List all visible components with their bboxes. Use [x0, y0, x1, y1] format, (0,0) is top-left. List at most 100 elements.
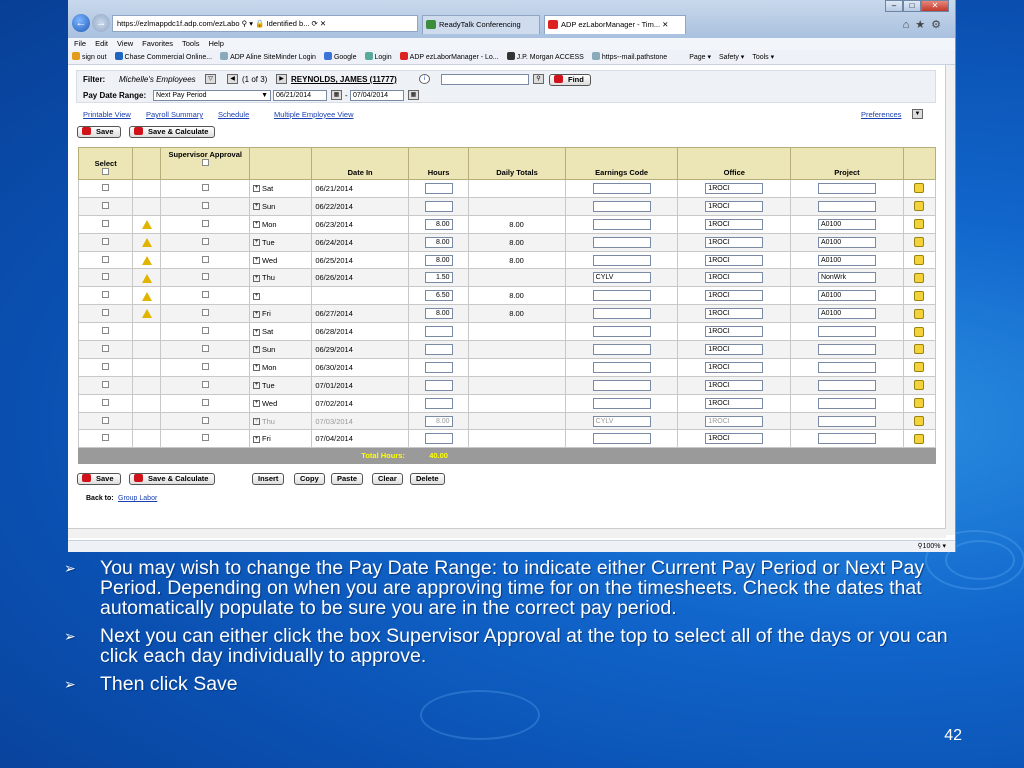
select-checkbox[interactable]	[102, 380, 110, 388]
menu-file[interactable]: File	[74, 38, 86, 50]
hours-input[interactable]	[424, 379, 453, 391]
edit-icon[interactable]	[914, 344, 925, 355]
menu-tools[interactable]: Tools	[182, 38, 200, 50]
supervisor-approval-all-checkbox[interactable]	[201, 159, 209, 166]
link-payroll-summary[interactable]: Payroll Summary	[146, 110, 203, 119]
next-employee-icon[interactable]: ▶	[276, 74, 287, 84]
forward-arrow-icon[interactable]: →	[92, 14, 110, 32]
select-checkbox[interactable]	[102, 362, 110, 370]
cmd-page[interactable]: Page ▾	[689, 50, 711, 64]
gear-icon[interactable]: ⚙	[931, 19, 947, 31]
office-input[interactable]: 1ROCI	[705, 236, 764, 248]
select-checkbox[interactable]	[102, 327, 110, 335]
chevron-down-icon[interactable]: ▼	[912, 109, 923, 119]
select-checkbox[interactable]	[102, 398, 110, 406]
supervisor-approval-checkbox[interactable]	[201, 291, 209, 299]
expand-icon[interactable]: +	[252, 400, 260, 408]
link-preferences[interactable]: Preferences	[861, 110, 901, 119]
earnings-code-input[interactable]	[592, 254, 651, 266]
calendar-icon[interactable]: ▦	[331, 90, 342, 100]
info-icon[interactable]: i	[419, 74, 430, 84]
supervisor-approval-checkbox[interactable]	[201, 344, 209, 352]
menu-view[interactable]: View	[117, 38, 133, 50]
paste-button[interactable]: Paste	[331, 473, 364, 485]
office-input[interactable]: 1ROCI	[705, 433, 764, 445]
supervisor-approval-checkbox[interactable]	[201, 416, 209, 424]
close-icon[interactable]: ✕	[921, 0, 949, 12]
edit-icon[interactable]	[914, 380, 925, 391]
supervisor-approval-checkbox[interactable]	[201, 398, 209, 406]
expand-icon[interactable]: +	[252, 382, 260, 390]
project-input[interactable]	[817, 379, 876, 391]
fav-login[interactable]: Login	[364, 50, 392, 64]
cmd-safety[interactable]: Safety ▾	[719, 50, 744, 64]
project-input[interactable]	[817, 326, 876, 338]
insert-button[interactable]: Insert	[252, 473, 285, 485]
hours-input[interactable]	[424, 397, 453, 409]
select-checkbox[interactable]	[102, 434, 110, 442]
edit-icon[interactable]	[914, 272, 925, 283]
edit-icon[interactable]	[914, 398, 925, 409]
supervisor-approval-checkbox[interactable]	[201, 309, 209, 317]
office-input[interactable]: 1ROCI	[705, 343, 764, 355]
expand-icon[interactable]: +	[252, 239, 260, 247]
home-icon[interactable]: ⌂	[903, 19, 916, 31]
zoom-level[interactable]: 100%	[923, 543, 941, 550]
select-checkbox[interactable]	[102, 416, 110, 424]
supervisor-approval-checkbox[interactable]	[201, 273, 209, 281]
star-icon[interactable]: ★	[915, 19, 931, 31]
project-input[interactable]: A0100	[817, 218, 876, 230]
project-input[interactable]: A0100	[817, 236, 876, 248]
edit-icon[interactable]	[914, 183, 925, 194]
hours-input[interactable]	[424, 433, 453, 445]
supervisor-approval-checkbox[interactable]	[201, 255, 209, 263]
menu-help[interactable]: Help	[209, 38, 224, 50]
clear-button[interactable]: Clear	[372, 473, 403, 485]
project-input[interactable]	[817, 343, 876, 355]
supervisor-approval-checkbox[interactable]	[201, 219, 209, 227]
edit-icon[interactable]	[914, 290, 925, 301]
office-input[interactable]: 1ROCI	[705, 200, 764, 212]
office-input[interactable]: 1ROCI	[705, 218, 764, 230]
select-checkbox[interactable]	[102, 273, 110, 281]
office-input[interactable]: 1ROCI	[705, 182, 764, 194]
hours-input[interactable]	[424, 361, 453, 373]
project-input[interactable]	[817, 361, 876, 373]
find-button[interactable]: Find	[549, 74, 591, 86]
edit-icon[interactable]	[914, 308, 925, 319]
search-icon[interactable]: ⚲	[533, 74, 544, 84]
expand-icon[interactable]: +	[252, 346, 260, 354]
supervisor-approval-checkbox[interactable]	[201, 201, 209, 209]
hours-input[interactable]	[424, 200, 453, 212]
fav-chase[interactable]: Chase Commercial Online...	[114, 50, 212, 64]
edit-icon[interactable]	[914, 362, 925, 373]
delete-button[interactable]: Delete	[410, 473, 445, 485]
save-button-bottom[interactable]: Save	[77, 473, 121, 485]
earnings-code-input[interactable]	[592, 343, 651, 355]
earnings-code-input[interactable]	[592, 290, 651, 302]
earnings-code-input[interactable]	[592, 397, 651, 409]
tab-readytalk[interactable]: ReadyTalk Conferencing	[422, 15, 540, 34]
fav-mail[interactable]: https--mail.pathstone	[591, 50, 667, 64]
expand-icon[interactable]: +	[252, 364, 260, 372]
hours-input[interactable]: 8.00	[424, 218, 453, 230]
hours-input[interactable]	[424, 182, 453, 194]
project-input[interactable]: A0100	[817, 254, 876, 266]
select-checkbox[interactable]	[102, 255, 110, 263]
edit-icon[interactable]	[914, 255, 925, 266]
earnings-code-input[interactable]	[592, 326, 651, 338]
restore-icon[interactable]: □	[903, 0, 921, 12]
edit-icon[interactable]	[914, 416, 925, 427]
project-input[interactable]	[817, 433, 876, 445]
select-checkbox[interactable]	[102, 237, 110, 245]
hours-input[interactable]: 8.00	[424, 254, 453, 266]
supervisor-approval-checkbox[interactable]	[201, 362, 209, 370]
expand-icon[interactable]: +	[252, 435, 260, 443]
expand-icon[interactable]: +	[252, 221, 260, 229]
supervisor-approval-checkbox[interactable]	[201, 327, 209, 335]
select-checkbox[interactable]	[102, 183, 110, 191]
supervisor-approval-checkbox[interactable]	[201, 434, 209, 442]
office-input[interactable]: 1ROCI	[705, 361, 764, 373]
fav-google[interactable]: Google	[323, 50, 357, 64]
menu-favorites[interactable]: Favorites	[142, 38, 173, 50]
